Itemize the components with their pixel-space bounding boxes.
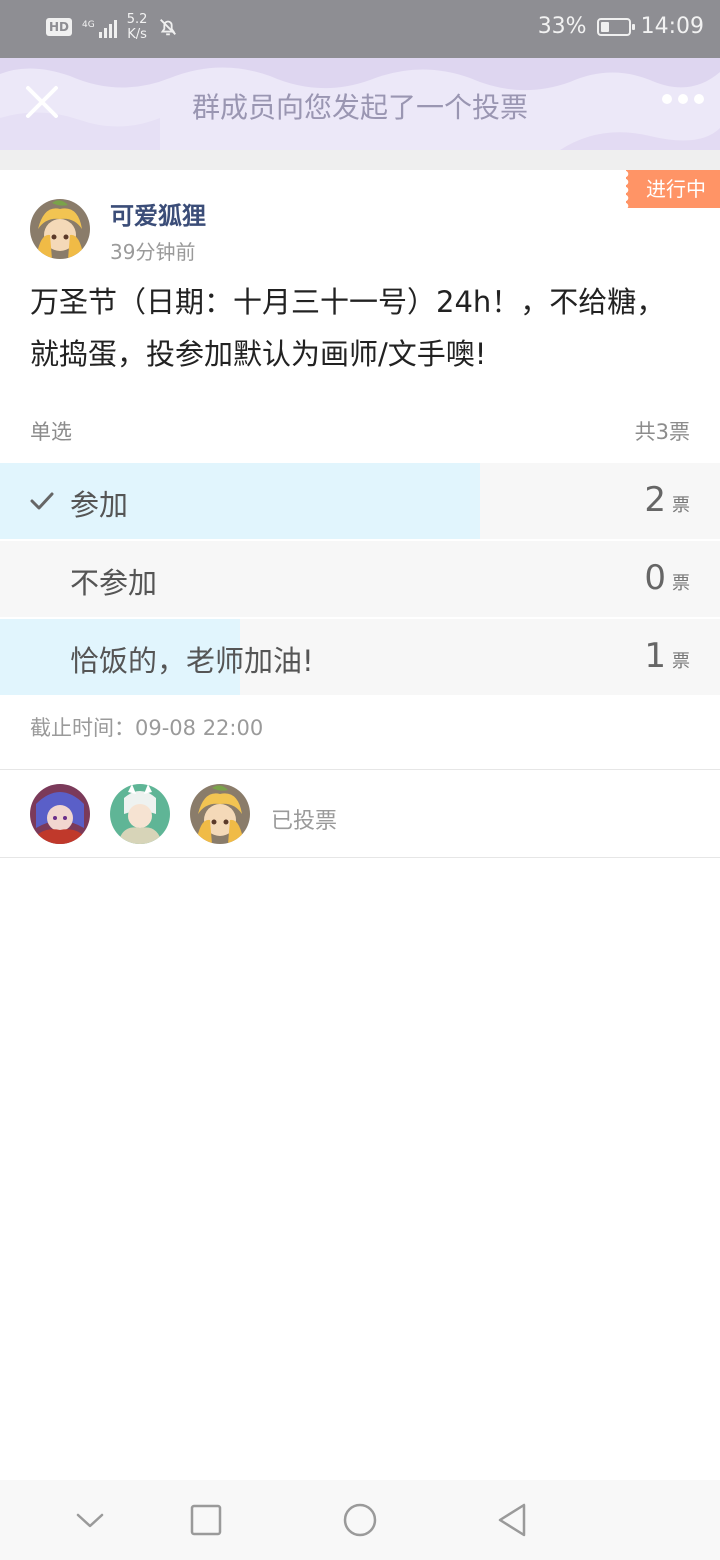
circle-icon[interactable] [338, 1498, 382, 1542]
bell-off-icon [160, 19, 177, 36]
option-vote-count: 0 票 [644, 558, 690, 598]
network-speed: 5.2 K/s [127, 12, 148, 42]
vote-unit: 票 [672, 651, 690, 672]
divider [0, 857, 720, 858]
author-name[interactable]: 可爱狐狸 [110, 196, 206, 231]
dot [694, 94, 704, 104]
header-title: 群成员向您发起了一个投票 [191, 91, 528, 124]
option-label: 不参加 [70, 566, 158, 600]
deadline-text: 截止时间：09-08 22:00 [30, 716, 264, 740]
square-icon[interactable] [184, 1498, 228, 1542]
section-gap [0, 150, 720, 170]
vote-number: 2 [644, 480, 666, 520]
option-vote-count: 2 票 [644, 480, 690, 520]
signal-icon: 4G [82, 16, 117, 38]
back-triangle-icon[interactable] [492, 1498, 536, 1542]
voter-avatar[interactable] [190, 784, 250, 844]
poll-question: 万圣节（日期：十月三十一号）24h！，不给糖，就捣蛋，投参加默认为画师/文手噢! [30, 285, 666, 371]
option-label: 恰饭的，老师加油! [70, 644, 314, 678]
battery-percent: 33% [537, 14, 587, 39]
battery-fill [600, 21, 610, 32]
vote-number: 0 [644, 558, 666, 598]
vote-number: 1 [644, 636, 666, 676]
more-dots-icon[interactable] [662, 94, 704, 104]
vote-unit: 票 [672, 573, 690, 594]
status-badge: 进行中 [625, 170, 720, 208]
chevron-down-icon[interactable] [68, 1498, 112, 1542]
option-label: 参加 [70, 488, 129, 522]
check-icon [30, 492, 54, 510]
divider [0, 769, 720, 770]
system-nav-bar [0, 1480, 720, 1560]
vote-type-label: 单选 [30, 420, 72, 444]
voter-avatar[interactable] [30, 784, 90, 844]
dot [662, 94, 672, 104]
poll-header: 群成员向您发起了一个投票 [0, 58, 720, 150]
vote-unit: 票 [672, 495, 690, 516]
poll-option-not-attend[interactable]: 不参加 0 票 [0, 541, 720, 617]
voted-label[interactable]: 已投票 [271, 803, 337, 835]
status-left: HD 4G 5.2 K/s [46, 12, 179, 42]
clock: 14:09 [640, 14, 704, 39]
speed-unit: K/s [127, 27, 147, 42]
poll-option-cheer[interactable]: 恰饭的，老师加油! 1 票 [0, 619, 720, 695]
author-avatar[interactable] [30, 199, 90, 259]
poll-option-attend[interactable]: 参加 2 票 [0, 463, 720, 539]
vote-total-label: 共3票 [634, 420, 690, 444]
dot [678, 94, 688, 104]
hd-icon: HD [46, 18, 73, 36]
status-right: 33% 14:09 [538, 14, 704, 39]
speed-value: 5.2 [126, 12, 148, 27]
option-vote-count: 1 票 [644, 636, 690, 676]
status-bar: HD 4G 5.2 K/s 33% 14:09 [0, 0, 720, 58]
voter-avatar[interactable] [110, 784, 170, 844]
battery-icon [596, 17, 635, 36]
post-time: 39分钟前 [110, 240, 196, 264]
network-type: 4G [82, 20, 95, 30]
